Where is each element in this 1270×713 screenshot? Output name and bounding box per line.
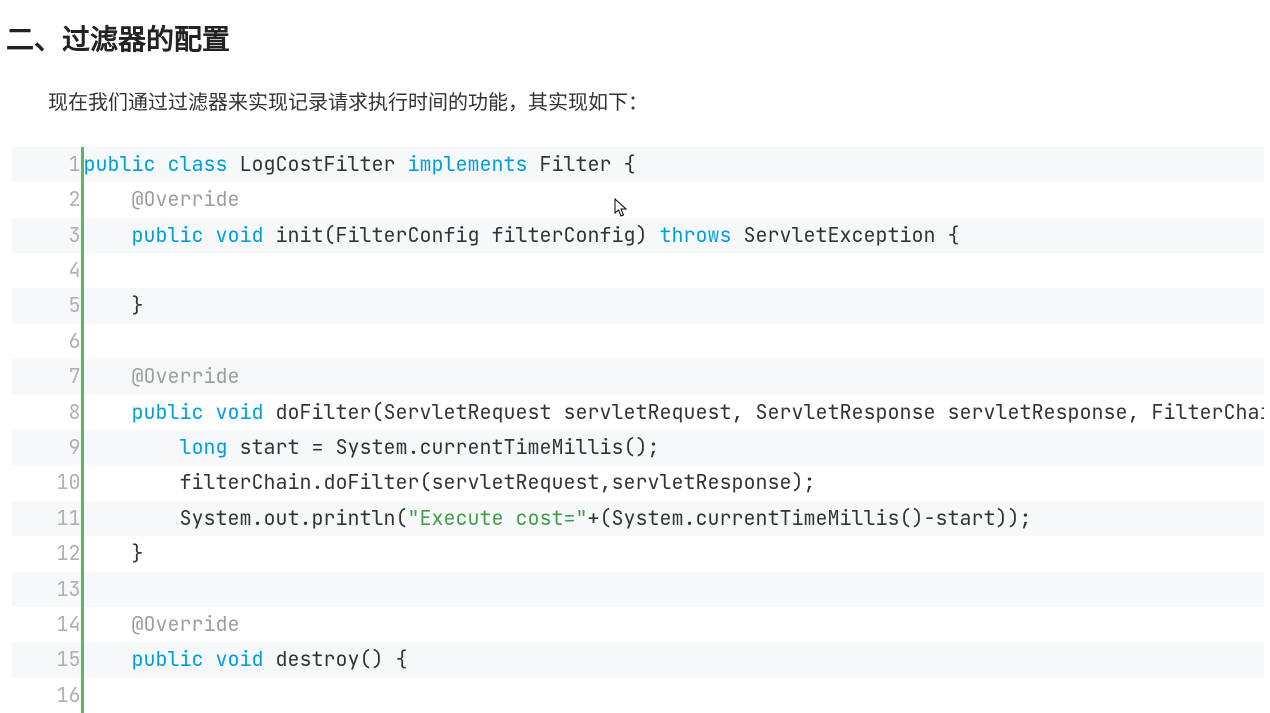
code-content: public void doFilter(ServletRequest serv… bbox=[82, 395, 1264, 430]
code-line: 15 public void destroy() { bbox=[12, 642, 1264, 677]
code-content: @Override bbox=[82, 359, 1264, 394]
line-number: 4 bbox=[12, 253, 82, 288]
code-line: 12 } bbox=[12, 536, 1264, 571]
line-number: 1 bbox=[12, 147, 82, 182]
line-number: 15 bbox=[12, 642, 82, 677]
line-number: 12 bbox=[12, 536, 82, 571]
code-content: @Override bbox=[82, 182, 1264, 217]
code-line: 13 bbox=[12, 572, 1264, 607]
code-table: 1public class LogCostFilter implements F… bbox=[12, 147, 1264, 713]
line-number: 11 bbox=[12, 501, 82, 536]
code-line: 8 public void doFilter(ServletRequest se… bbox=[12, 395, 1264, 430]
code-line: 11 System.out.println("Execute cost="+(S… bbox=[12, 501, 1264, 536]
code-line: 1public class LogCostFilter implements F… bbox=[12, 147, 1264, 182]
line-number: 2 bbox=[12, 182, 82, 217]
line-number: 16 bbox=[12, 678, 82, 713]
intro-paragraph: 现在我们通过过滤器来实现记录请求执行时间的功能，其实现如下： bbox=[48, 87, 1270, 119]
code-content bbox=[82, 678, 1264, 713]
code-content: long start = System.currentTimeMillis(); bbox=[82, 430, 1264, 465]
code-line: 2 @Override bbox=[12, 182, 1264, 217]
code-line: 9 long start = System.currentTimeMillis(… bbox=[12, 430, 1264, 465]
code-content: public class LogCostFilter implements Fi… bbox=[82, 147, 1264, 182]
code-line: 6 bbox=[12, 324, 1264, 359]
line-number: 8 bbox=[12, 395, 82, 430]
code-line: 4 bbox=[12, 253, 1264, 288]
code-line: 5 } bbox=[12, 288, 1264, 323]
code-content: System.out.println("Execute cost="+(Syst… bbox=[82, 501, 1264, 536]
code-content bbox=[82, 572, 1264, 607]
code-block: 1public class LogCostFilter implements F… bbox=[12, 147, 1264, 713]
line-number: 5 bbox=[12, 288, 82, 323]
code-line: 7 @Override bbox=[12, 359, 1264, 394]
code-content: @Override bbox=[82, 607, 1264, 642]
line-number: 13 bbox=[12, 572, 82, 607]
code-content: } bbox=[82, 288, 1264, 323]
code-content: public void destroy() { bbox=[82, 642, 1264, 677]
code-line: 10 filterChain.doFilter(servletRequest,s… bbox=[12, 465, 1264, 500]
line-number: 14 bbox=[12, 607, 82, 642]
code-content: filterChain.doFilter(servletRequest,serv… bbox=[82, 465, 1264, 500]
line-number: 9 bbox=[12, 430, 82, 465]
code-content: } bbox=[82, 536, 1264, 571]
code-content bbox=[82, 324, 1264, 359]
code-line: 16 bbox=[12, 678, 1264, 713]
code-line: 3 public void init(FilterConfig filterCo… bbox=[12, 218, 1264, 253]
section-heading: 二、过滤器的配置 bbox=[6, 18, 1270, 63]
line-number: 6 bbox=[12, 324, 82, 359]
code-content bbox=[82, 253, 1264, 288]
line-number: 3 bbox=[12, 218, 82, 253]
code-line: 14 @Override bbox=[12, 607, 1264, 642]
line-number: 10 bbox=[12, 465, 82, 500]
line-number: 7 bbox=[12, 359, 82, 394]
code-content: public void init(FilterConfig filterConf… bbox=[82, 218, 1264, 253]
